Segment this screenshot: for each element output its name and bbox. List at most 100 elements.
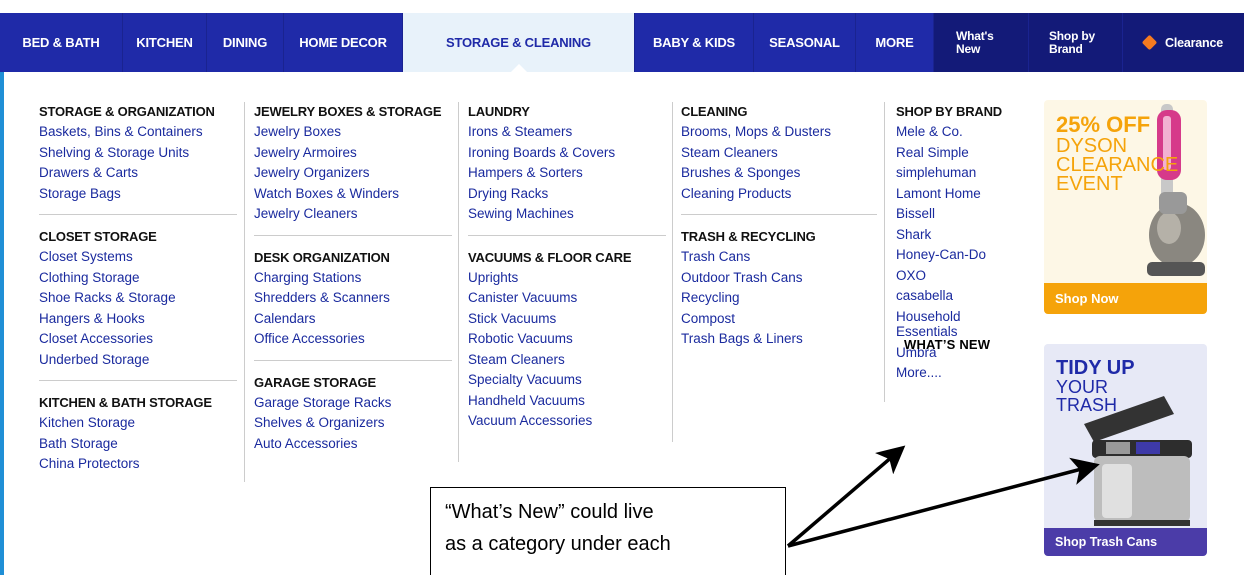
menu-link[interactable]: Office Accessories (254, 329, 452, 350)
menu-heading[interactable]: TRASH & RECYCLING (681, 227, 877, 247)
menu-link[interactable]: Kitchen Storage (39, 413, 237, 434)
brand-link[interactable]: Household (896, 309, 1036, 325)
menu-link[interactable]: Specialty Vacuums (468, 370, 666, 391)
menu-link[interactable]: Shredders & Scanners (254, 288, 452, 309)
menu-link[interactable]: Calendars (254, 309, 452, 330)
divider (681, 214, 877, 215)
menu-link[interactable]: Cleaning Products (681, 184, 877, 205)
nav-bed-bath[interactable]: BED & BATH (0, 13, 123, 72)
menu-link[interactable]: Drying Racks (468, 184, 666, 205)
whats-new-annotation: WHAT’S NEW (904, 337, 991, 352)
menu-heading[interactable]: GARAGE STORAGE (254, 373, 452, 393)
menu-link[interactable]: Steam Cleaners (468, 350, 666, 371)
nav-more[interactable]: MORE (856, 13, 934, 72)
shop-trash-cans-button[interactable]: Shop Trash Cans (1044, 528, 1207, 556)
menu-link[interactable]: Jewelry Armoires (254, 143, 452, 164)
nav-baby-kids[interactable]: BABY & KIDS (635, 13, 754, 72)
nav-whats-new[interactable]: What's New (934, 13, 1029, 72)
column-divider (244, 102, 245, 482)
menu-link[interactable]: Steam Cleaners (681, 143, 877, 164)
divider (254, 234, 452, 236)
menu-heading[interactable]: CLOSET STORAGE (39, 227, 237, 247)
menu-link[interactable]: Trash Bags & Liners (681, 329, 877, 350)
menu-heading[interactable]: STORAGE & ORGANIZATION (39, 102, 237, 122)
nav-kitchen[interactable]: KITCHEN (123, 13, 207, 72)
menu-link[interactable]: Closet Accessories (39, 329, 237, 350)
brand-link[interactable]: Shark (896, 225, 1036, 246)
menu-link[interactable]: Compost (681, 309, 877, 330)
menu-link[interactable]: Closet Systems (39, 247, 237, 268)
menu-link[interactable]: Baskets, Bins & Containers (39, 122, 237, 143)
menu-link[interactable]: Sewing Machines (468, 204, 666, 225)
menu-link[interactable]: Shelves & Organizers (254, 413, 452, 434)
menu-heading[interactable]: VACUUMS & FLOOR CARE (468, 248, 666, 268)
menu-link[interactable]: Drawers & Carts (39, 163, 237, 184)
brand-link[interactable]: Real Simple (896, 143, 1036, 164)
promo-headline: TIDY UP (1056, 357, 1135, 379)
menu-link[interactable]: Bath Storage (39, 434, 237, 455)
nav-shop-by-brand[interactable]: Shop by Brand (1029, 13, 1123, 72)
more-brands-link[interactable]: More.... (896, 363, 1036, 384)
menu-heading[interactable]: JEWELRY BOXES & STORAGE (254, 102, 452, 122)
menu-link[interactable]: Storage Bags (39, 184, 237, 205)
menu-link[interactable]: Handheld Vacuums (468, 391, 666, 412)
menu-link[interactable]: Shelving & Storage Units (39, 143, 237, 164)
nav-seasonal[interactable]: SEASONAL (754, 13, 856, 72)
menu-link[interactable]: Underbed Storage (39, 350, 237, 371)
dyson-promo-banner[interactable]: 25% OFF DYSON CLEARANCE EVENT Shop Now (1044, 100, 1207, 314)
shop-now-button[interactable]: Shop Now (1044, 283, 1207, 314)
menu-heading[interactable]: LAUNDRY (468, 102, 666, 122)
menu-link[interactable]: Brushes & Sponges (681, 163, 877, 184)
menu-link[interactable]: Vacuum Accessories (468, 411, 666, 432)
brand-link[interactable]: Mele & Co. (896, 122, 1036, 143)
menu-link[interactable]: Garage Storage Racks (254, 393, 452, 414)
menu-link[interactable]: Recycling (681, 288, 877, 309)
brand-link[interactable]: casabella (896, 286, 1036, 307)
menu-link[interactable]: Shoe Racks & Storage (39, 288, 237, 309)
menu-link[interactable]: Trash Cans (681, 247, 877, 268)
menu-link[interactable]: Robotic Vacuums (468, 329, 666, 350)
column-divider (458, 102, 459, 462)
brand-link[interactable]: Lamont Home (896, 184, 1036, 205)
menu-link[interactable]: Uprights (468, 268, 666, 289)
tag-icon (1141, 34, 1158, 51)
menu-link[interactable]: China Protectors (39, 454, 237, 475)
menu-heading[interactable]: DESK ORGANIZATION (254, 248, 452, 268)
menu-link[interactable]: Jewelry Organizers (254, 163, 452, 184)
promo-line: YOUR (1056, 377, 1109, 397)
nav-dining[interactable]: DINING (207, 13, 284, 72)
nav-storage-cleaning[interactable]: STORAGE & CLEANING (403, 13, 635, 73)
menu-heading[interactable]: CLEANING (681, 102, 877, 122)
divider (39, 380, 237, 381)
brand-link[interactable]: Bissell (896, 204, 1036, 225)
menu-link[interactable]: Irons & Steamers (468, 122, 666, 143)
menu-link[interactable]: Hangers & Hooks (39, 309, 237, 330)
promo-line: EVENT (1056, 173, 1123, 195)
menu-link[interactable]: Canister Vacuums (468, 288, 666, 309)
menu-link[interactable]: Outdoor Trash Cans (681, 268, 877, 289)
menu-link[interactable]: Brooms, Mops & Dusters (681, 122, 877, 143)
menu-link[interactable]: Charging Stations (254, 268, 452, 289)
stage: { "nav": { "items": ["BED & BATH","KITCH… (0, 0, 1244, 575)
brand-link[interactable]: simplehuman (896, 163, 1036, 184)
menu-link[interactable]: Hampers & Sorters (468, 163, 666, 184)
menu-link[interactable]: Jewelry Cleaners (254, 204, 452, 225)
menu-heading[interactable]: SHOP BY BRAND (896, 102, 1036, 122)
menu-link[interactable]: Stick Vacuums (468, 309, 666, 330)
promo-text: YOUR TRASH (1056, 378, 1117, 414)
menu-link[interactable]: Auto Accessories (254, 434, 452, 455)
menu-heading[interactable]: KITCHEN & BATH STORAGE (39, 393, 237, 413)
menu-link[interactable]: Ironing Boards & Covers (468, 143, 666, 164)
brand-link[interactable]: Honey-Can-Do (896, 245, 1036, 266)
brand-link[interactable]: OXO (896, 266, 1036, 287)
trash-promo-banner[interactable]: TIDY UP YOUR TRASH Shop Trash Cans (1044, 344, 1207, 556)
menu-link[interactable]: Jewelry Boxes (254, 122, 452, 143)
menu-column-cleaning: CLEANING Brooms, Mops & Dusters Steam Cl… (681, 102, 877, 350)
column-divider (884, 102, 885, 402)
nav-clearance[interactable]: Clearance (1123, 13, 1244, 72)
menu-link[interactable]: Watch Boxes & Winders (254, 184, 452, 205)
column-divider (672, 102, 673, 442)
shop-by-brand-line2: Brand (1049, 41, 1083, 56)
nav-home-decor[interactable]: HOME DECOR (284, 13, 403, 72)
menu-link[interactable]: Clothing Storage (39, 268, 237, 289)
